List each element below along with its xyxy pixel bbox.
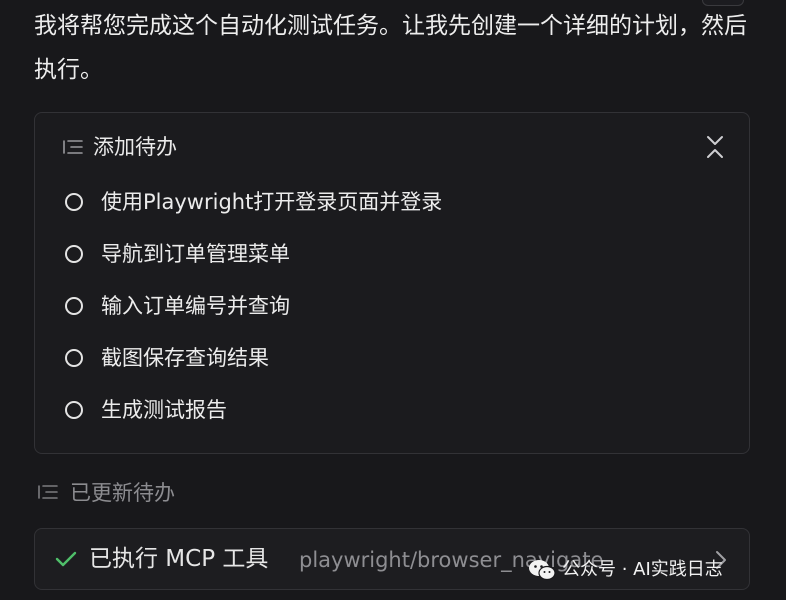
todo-checkbox[interactable] <box>65 401 83 419</box>
todo-list: 使用Playwright打开登录页面并登录 导航到订单管理菜单 输入订单编号并查… <box>35 179 749 439</box>
todo-checkbox[interactable] <box>65 349 83 367</box>
todo-card: 添加待办 使用Playwright打开登录页面并登录 导航到订单管理菜单 输入订… <box>34 112 750 454</box>
watermark-text: 公众号 · AI实践日志 <box>562 559 723 580</box>
todo-card-title: 添加待办 <box>93 135 177 159</box>
todo-updated-label: 已更新待办 <box>70 481 175 505</box>
mcp-status-label: 已执行 MCP 工具 <box>89 546 269 572</box>
todo-checkbox[interactable] <box>65 193 83 211</box>
todo-item: 使用Playwright打开登录页面并登录 <box>35 179 749 231</box>
list-icon <box>63 140 83 154</box>
todo-item-label: 生成测试报告 <box>101 398 227 422</box>
collapse-icon[interactable] <box>701 133 729 161</box>
wechat-logo-icon <box>529 560 556 581</box>
todo-item: 输入订单编号并查询 <box>35 283 749 335</box>
assistant-intro-text: 我将帮您完成这个自动化测试任务。让我先创建一个详细的计划，然后执行。 <box>34 13 747 83</box>
todo-card-header: 添加待办 <box>35 113 749 181</box>
todo-item-label: 导航到订单管理菜单 <box>101 242 290 266</box>
todo-item: 生成测试报告 <box>35 387 749 439</box>
todo-checkbox[interactable] <box>65 297 83 315</box>
todo-item-label: 输入订单编号并查询 <box>101 294 290 318</box>
list-icon <box>38 485 58 499</box>
check-icon <box>55 551 77 567</box>
todo-item: 截图保存查询结果 <box>35 335 749 387</box>
todo-item: 导航到订单管理菜单 <box>35 231 749 283</box>
todo-item-label: 截图保存查询结果 <box>101 346 269 370</box>
todo-checkbox[interactable] <box>65 245 83 263</box>
todo-item-label: 使用Playwright打开登录页面并登录 <box>101 190 443 214</box>
watermark: 公众号 · AI实践日志 <box>528 554 723 586</box>
